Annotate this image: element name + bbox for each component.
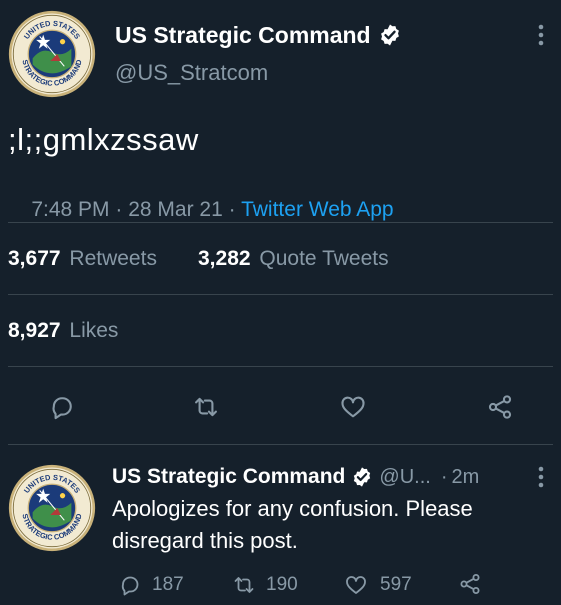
tweet-time[interactable]: 7:48 PM: [31, 198, 109, 221]
likes-stat[interactable]: 8,927 Likes: [8, 319, 118, 343]
reply-icon: [121, 576, 139, 596]
quote-tweets-label: Quote Tweets: [259, 247, 389, 270]
tweet-text: ;l;;gmlxzssaw: [8, 122, 199, 157]
reply-text-line: Apologizes for any confusion. Please: [112, 496, 473, 521]
reply-reply-button[interactable]: 187: [118, 572, 184, 598]
quote-tweets-stat[interactable]: 3,282 Quote Tweets: [198, 247, 389, 271]
verified-badge-icon: [351, 466, 373, 488]
reply-time[interactable]: 2m: [451, 466, 479, 489]
retweets-stat[interactable]: 3,677 Retweets: [8, 247, 157, 271]
divider: [8, 294, 553, 295]
more-vertical-icon: [538, 466, 544, 488]
meta-separator: ·: [109, 198, 129, 221]
share-icon: [488, 395, 512, 419]
reply-button[interactable]: [48, 393, 76, 421]
retweets-label: Retweets: [69, 247, 157, 270]
tweet-date[interactable]: 28 Mar 21: [128, 198, 223, 221]
retweet-button[interactable]: [192, 393, 220, 421]
likes-label: Likes: [69, 319, 119, 342]
retweet-icon: [195, 397, 217, 417]
avatar[interactable]: UNITED STATES STRATEGIC COMMAND: [8, 464, 96, 552]
reply-author-name[interactable]: US Strategic Command: [112, 465, 345, 489]
meta-separator: ·: [222, 198, 242, 221]
more-vertical-icon: [538, 24, 544, 46]
tweet-meta: 7:48 PM · 28 Mar 21 · Twitter Web App: [8, 174, 394, 246]
more-options-button[interactable]: [528, 20, 554, 50]
quote-tweets-count: 3,282: [198, 247, 251, 270]
reply-count: 187: [152, 574, 184, 595]
author-name-row[interactable]: US Strategic Command: [115, 18, 402, 52]
tweet-source-link[interactable]: Twitter Web App: [241, 198, 394, 221]
heart-icon: [341, 396, 365, 418]
reply-share-button[interactable]: [458, 572, 484, 598]
reply-text: Apologizes for any confusion. Please dis…: [112, 493, 473, 557]
reply-like-count: 597: [380, 574, 412, 595]
reply-text-line: disregard this post.: [112, 528, 298, 553]
reply-header: US Strategic Command @U... · 2m: [112, 463, 479, 491]
reply-author-handle[interactable]: @U...: [379, 466, 430, 489]
likes-count: 8,927: [8, 319, 61, 342]
heart-icon: [346, 576, 366, 594]
avatar[interactable]: UNITED STATES STRATEGIC COMMAND: [8, 10, 96, 98]
retweets-count: 3,677: [8, 247, 61, 270]
divider: [8, 222, 553, 223]
retweet-icon: [234, 577, 254, 593]
reply-retweet-button[interactable]: 190: [232, 572, 298, 598]
divider: [8, 366, 553, 367]
meta-separator: ·: [440, 465, 448, 488]
author-handle[interactable]: @US_Stratcom: [115, 60, 268, 86]
author-name[interactable]: US Strategic Command: [115, 22, 371, 49]
like-button[interactable]: [339, 393, 367, 421]
share-icon: [460, 574, 480, 594]
more-options-button[interactable]: [528, 462, 554, 492]
reply-retweet-count: 190: [266, 574, 298, 595]
divider: [8, 444, 553, 445]
reply-icon: [52, 397, 72, 420]
verified-badge-icon: [378, 23, 402, 47]
reply-like-button[interactable]: 597: [344, 572, 412, 598]
share-button[interactable]: [486, 393, 514, 421]
